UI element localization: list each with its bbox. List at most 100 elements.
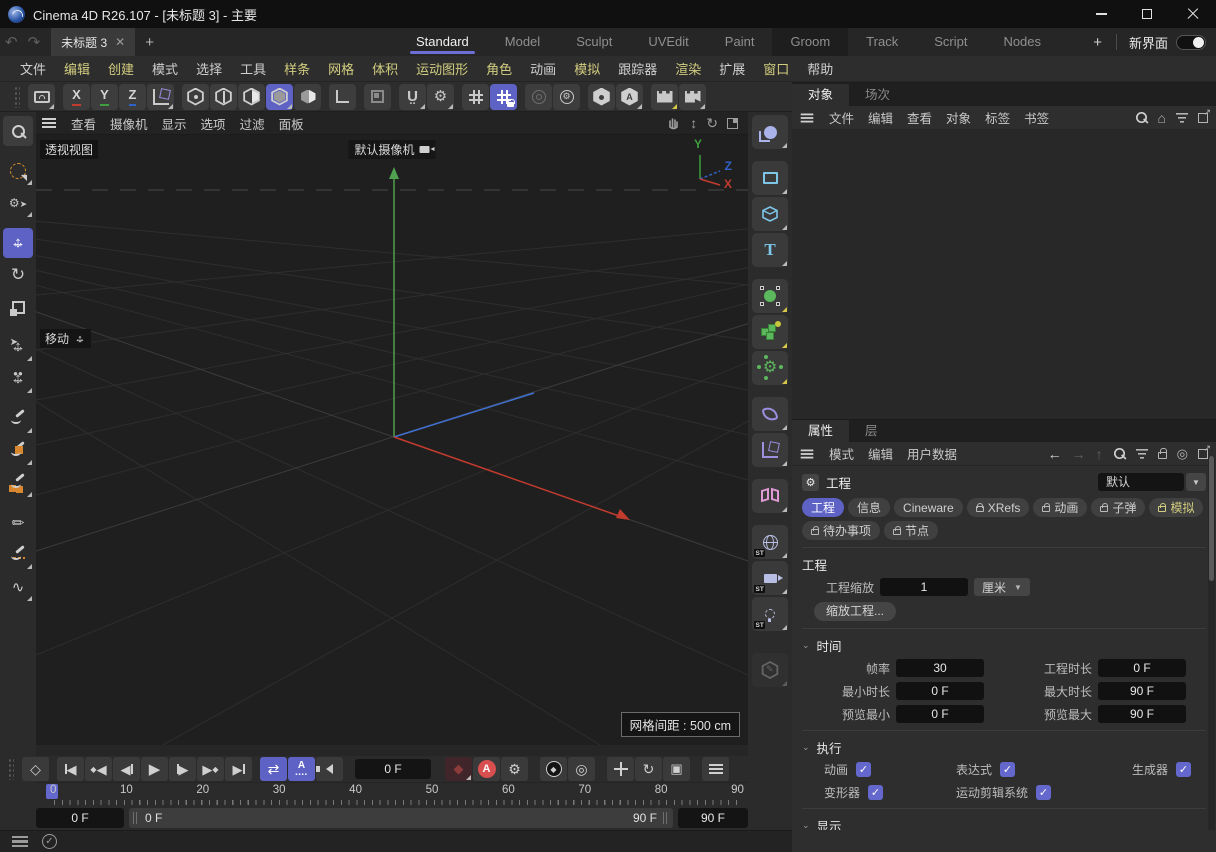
scrollbar-thumb[interactable] <box>1209 456 1214 581</box>
attribute-tab-待办事项[interactable]: 待办事项 <box>802 521 880 540</box>
checkbox-运动剪辑系统[interactable]: ✓ <box>1036 785 1051 800</box>
key-position-button[interactable] <box>607 757 634 781</box>
menu-窗口[interactable]: 窗口 <box>755 59 797 78</box>
unit-dropdown[interactable]: 厘米 ▼ <box>974 578 1030 596</box>
menu-工具[interactable]: 工具 <box>232 59 274 78</box>
menu-模拟[interactable]: 模拟 <box>566 59 608 78</box>
key-parameter-button[interactable] <box>702 757 729 781</box>
range-grip-right[interactable] <box>663 812 669 824</box>
menu-选择[interactable]: 选择 <box>188 59 230 78</box>
layout-tab-Paint[interactable]: Paint <box>707 28 773 56</box>
attribute-tab-XRefs[interactable]: XRefs <box>967 498 1030 517</box>
viewport-canvas[interactable]: 透视视图 默认摄像机 Y Z X 移动 ↔↕ 网格间距 : 500 cm <box>36 135 748 745</box>
render-to-picture-viewer-button[interactable]: ▶ <box>679 84 706 110</box>
layout-tab-Model[interactable]: Model <box>487 28 558 56</box>
axis-object-button[interactable] <box>752 433 788 467</box>
menu-文件[interactable]: 文件 <box>12 59 54 78</box>
layout-tab-Nodes[interactable]: Nodes <box>985 28 1059 56</box>
attr-search-icon[interactable] <box>1114 448 1125 459</box>
layout-tab-Groom[interactable]: Groom <box>772 28 848 56</box>
menu-网格[interactable]: 网格 <box>320 59 362 78</box>
live-selection-tool[interactable] <box>3 156 33 186</box>
quantize-button[interactable]: ⚙ <box>427 84 454 110</box>
viewport-menu-过滤[interactable]: 过滤 <box>233 114 272 133</box>
history-back-icon[interactable]: ← <box>1048 446 1062 462</box>
viewport-menu-面板[interactable]: 面板 <box>272 114 311 133</box>
current-frame-field[interactable]: 0 F <box>355 759 431 779</box>
brush-tool[interactable]: ✎ <box>3 508 33 538</box>
viewport-splitter[interactable] <box>36 745 748 756</box>
om-filter-icon[interactable] <box>1176 113 1188 123</box>
preview-max-input[interactable]: 90 F <box>1098 705 1186 723</box>
pan-hand-icon[interactable] <box>665 115 681 131</box>
freehand-spline-tool[interactable]: ∿ <box>3 572 33 602</box>
autokey-button[interactable]: A <box>473 757 500 781</box>
om-popout-icon[interactable] <box>1198 113 1208 123</box>
attr-menu-用户数据[interactable]: 用户数据 <box>900 444 964 463</box>
checkbox-动画[interactable]: ✓ <box>856 762 871 777</box>
menu-创建[interactable]: 创建 <box>100 59 142 78</box>
previous-frame-button[interactable]: ◀ <box>113 757 140 781</box>
tab-objects[interactable]: 对象 <box>792 84 849 106</box>
camera-object-button[interactable]: ST <box>752 561 788 595</box>
scale-project-button[interactable]: 缩放工程... <box>814 602 896 621</box>
attribute-tab-信息[interactable]: 信息 <box>848 498 890 517</box>
primitive-cube-button[interactable] <box>752 197 788 231</box>
adjust-tool[interactable]: ⚙➤ <box>3 188 33 218</box>
range-end-field[interactable]: 90 F <box>678 808 748 828</box>
camera-label[interactable]: 默认摄像机 <box>348 140 435 159</box>
transport-grip[interactable] <box>8 758 14 780</box>
sound-toggle-button[interactable] <box>316 757 343 781</box>
attr-filter-icon[interactable] <box>1136 449 1148 459</box>
light-object-button[interactable]: ST <box>752 597 788 631</box>
lock-y-axis-button[interactable]: Y <box>91 84 118 110</box>
render-filter-button[interactable]: A <box>616 84 643 110</box>
loop-playback-button[interactable]: ⇄ <box>260 757 287 781</box>
attr-track-icon[interactable]: ◎ <box>1177 446 1188 462</box>
lock-x-axis-button[interactable]: X <box>63 84 90 110</box>
search-commander-button[interactable] <box>3 116 33 146</box>
om-home-icon[interactable]: ⌂ <box>1158 110 1166 126</box>
menu-运动图形[interactable]: 运动图形 <box>408 59 476 78</box>
add-document-tab-button[interactable]: + <box>135 34 164 51</box>
key-rotation-button[interactable]: ↻ <box>635 757 662 781</box>
axis-gizmo[interactable]: Y Z X <box>686 143 734 191</box>
time-section-title[interactable]: ⌄时间 <box>802 635 1206 655</box>
solo-hierarchy-button[interactable]: ⚙ <box>553 84 580 110</box>
play-button[interactable]: ▶ <box>141 757 168 781</box>
workplane-mode-button[interactable] <box>364 84 391 110</box>
om-menu-icon[interactable] <box>801 113 814 122</box>
render-view-button[interactable] <box>651 84 678 110</box>
key-scale-button[interactable]: ▣ <box>663 757 690 781</box>
menu-体积[interactable]: 体积 <box>364 59 406 78</box>
view-label[interactable]: 透视视图 <box>40 140 98 159</box>
coordinate-system-button[interactable] <box>147 84 174 110</box>
preset-dropdown[interactable]: 默认 <box>1098 473 1184 491</box>
symmetry-object-button[interactable] <box>752 479 788 513</box>
points-mode-button[interactable] <box>182 84 209 110</box>
max-time-input[interactable]: 90 F <box>1098 682 1186 700</box>
execution-section-title[interactable]: ⌄执行 <box>802 737 1206 757</box>
checkbox-生成器[interactable]: ✓ <box>1176 762 1191 777</box>
tab-layers[interactable]: 层 <box>849 420 894 442</box>
preset-dropdown-arrow[interactable]: ▼ <box>1186 473 1206 491</box>
om-menu-书签[interactable]: 书签 <box>1017 108 1056 127</box>
min-time-input[interactable]: 0 F <box>896 682 984 700</box>
attr-popout-icon[interactable] <box>1198 449 1208 459</box>
vertical-scrollbar[interactable] <box>1208 456 1215 838</box>
keyframe-selection-button[interactable]: ◆ <box>540 757 567 781</box>
workplane-grid-button[interactable] <box>462 84 489 110</box>
volume-builder-button[interactable] <box>752 315 788 349</box>
document-tab[interactable]: 未标题 3 ✕ <box>51 28 135 56</box>
object-tree[interactable] <box>792 130 1216 420</box>
viewport-solo-button[interactable] <box>28 84 55 110</box>
tab-takes[interactable]: 场次 <box>849 84 906 106</box>
om-menu-编辑[interactable]: 编辑 <box>861 108 900 127</box>
checkbox-表达式[interactable]: ✓ <box>1000 762 1015 777</box>
display-filter-button[interactable] <box>588 84 615 110</box>
spline-pen-tool[interactable] <box>3 404 33 434</box>
lock-z-axis-button[interactable]: Z <box>119 84 146 110</box>
rotate-tool[interactable]: ↻ <box>3 260 33 290</box>
om-search-icon[interactable] <box>1136 112 1147 123</box>
move-tool[interactable]: ↔↕ <box>3 228 33 258</box>
